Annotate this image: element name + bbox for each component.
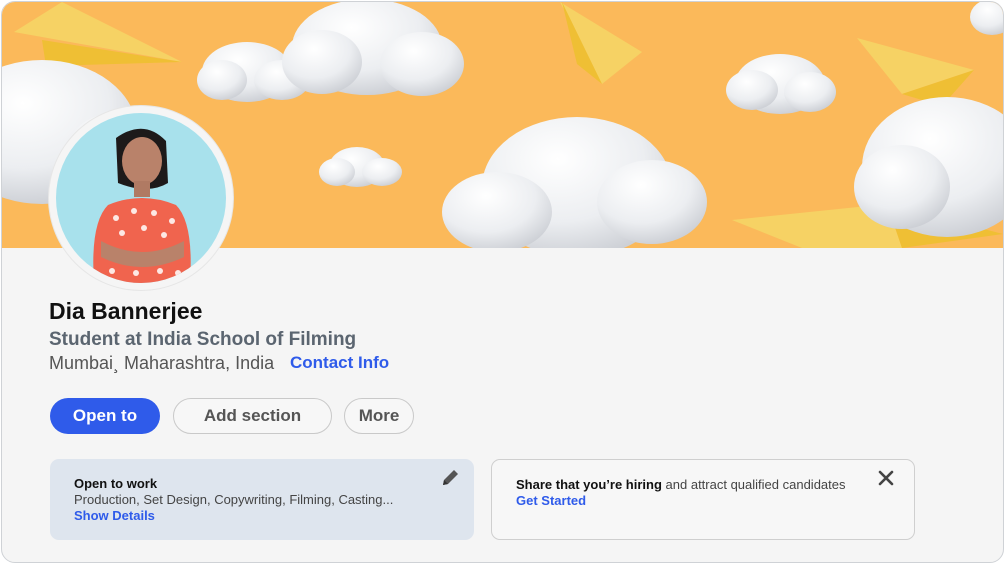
open-to-work-roles: Production, Set Design, Copywriting, Fil… (74, 492, 394, 507)
paper-plane-top-left (14, 2, 182, 66)
open-to-work-panel: Open to work Production, Set Design, Cop… (50, 459, 474, 540)
get-started-link[interactable]: Get Started (516, 493, 890, 509)
person-illustration (93, 128, 191, 283)
profile-location: Mumbai¸ Maharashtra, India (49, 353, 275, 373)
profile-name: Dia Bannerjee (49, 298, 203, 324)
open-to-work-title: Open to work (74, 476, 158, 491)
hiring-panel: Share that you’re hiring and attract qua… (491, 459, 915, 540)
add-section-button[interactable]: Add section (173, 398, 332, 434)
hiring-text: Share that you’re hiring and attract qua… (516, 477, 890, 493)
contact-info-link[interactable]: Contact Info (290, 353, 389, 373)
profile-photo (56, 113, 226, 283)
avatar[interactable] (49, 106, 233, 290)
open-to-button[interactable]: Open to (50, 398, 160, 434)
more-button[interactable]: More (344, 398, 414, 434)
paper-plane-top-center (560, 2, 642, 84)
hiring-title: Share that you’re hiring (516, 477, 662, 492)
close-icon[interactable] (877, 469, 895, 487)
show-details-link[interactable]: Show Details (74, 508, 450, 524)
pencil-icon[interactable] (440, 468, 460, 488)
profile-headline: Student at India School of Filming (49, 329, 357, 350)
hiring-description: and attract qualified candidates (661, 477, 846, 492)
paper-plane-right (857, 38, 974, 106)
profile-card: Dia Bannerjee Student at India School of… (1, 1, 1004, 563)
